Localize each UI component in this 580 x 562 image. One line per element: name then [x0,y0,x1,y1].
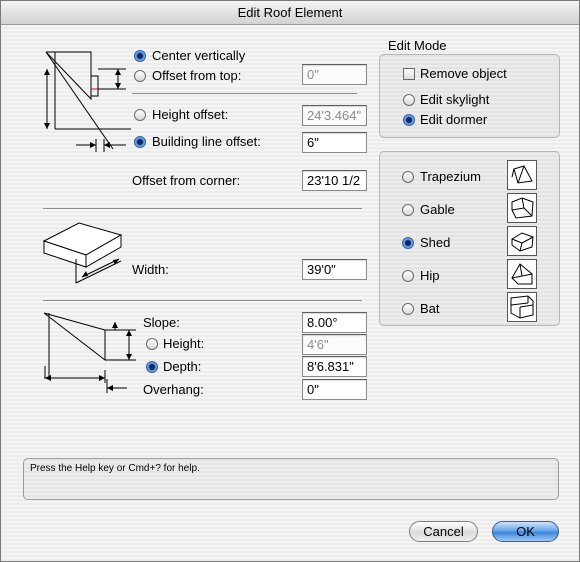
depth-label: Depth: [163,359,202,374]
gable-dormer-icon[interactable] [507,193,537,223]
depth-field[interactable]: 8'6.831" [302,356,367,377]
help-text-area: Press the Help key or Cmd+? for help. [23,458,559,500]
edit-roof-element-dialog: Edit Roof Element Center vertically Offs… [0,0,580,562]
dormer-type-label: Shed [420,235,451,250]
separator [132,93,357,94]
slope-label: Slope: [143,315,180,330]
edit-skylight-label: Edit skylight [420,92,490,107]
width-label: Width: [132,262,169,277]
edit-dormer-radio[interactable] [403,114,415,126]
width-field[interactable]: 39'0" [302,259,367,280]
overhang-label: Overhang: [143,382,204,397]
dormer-type-label: Hip [420,268,440,283]
remove-object-label: Remove object [420,66,507,81]
bat-dormer-icon[interactable] [507,292,537,322]
offset-from-top-field[interactable]: 0" [302,64,367,85]
center-vertically-radio[interactable] [134,50,146,62]
building-line-offset-label: Building line offset: [152,134,261,149]
ok-button[interactable]: OK [492,521,559,542]
remove-object-checkbox[interactable] [403,68,415,80]
shed-dormer-icon[interactable] [507,226,537,256]
center-vertically-label: Center vertically [152,48,246,63]
separator [43,208,362,209]
offset-from-corner-label: Offset from corner: [132,173,241,188]
separator [43,300,362,301]
height-field[interactable]: 4'6" [302,334,367,355]
slope-field[interactable]: 8.00° [302,312,367,333]
edit-mode-title: Edit Mode [388,38,447,53]
offset-from-corner-field[interactable]: 23'10 1/2 [302,170,367,191]
dormer-type-radio-trapezium[interactable] [402,171,414,183]
overhang-field[interactable]: 0" [302,379,367,400]
dormer-width-diagram-icon [42,222,123,284]
building-line-offset-field[interactable]: 6" [302,132,367,153]
overhang-arrow-icon [106,379,127,393]
trapezium-dormer-icon[interactable] [507,160,537,190]
help-text: Press the Help key or Cmd+? for help. [30,463,200,474]
building-line-offset-radio[interactable] [134,136,146,148]
height-offset-radio[interactable] [134,109,146,121]
edit-dormer-label: Edit dormer [420,112,488,127]
cancel-button[interactable]: Cancel [409,521,478,542]
height-label: Height: [163,336,205,351]
dormer-type-radio-hip[interactable] [402,270,414,282]
dormer-type-radio-shed[interactable] [402,237,414,249]
window-title: Edit Roof Element [1,1,579,25]
dormer-type-label: Gable [420,202,455,217]
depth-radio[interactable] [146,361,158,373]
hip-dormer-icon[interactable] [507,259,537,289]
offset-from-top-radio[interactable] [134,70,146,82]
height-offset-label: Height offset: [152,107,229,122]
dormer-type-radio-bat[interactable] [402,303,414,315]
dormer-type-radio-gable[interactable] [402,204,414,216]
offset-from-top-label: Offset from top: [152,68,242,83]
height-radio[interactable] [146,338,158,350]
height-offset-field[interactable]: 24'3.464" [302,105,367,126]
dormer-type-label: Bat [420,301,440,316]
dormer-type-label: Trapezium [420,169,481,184]
edit-skylight-radio[interactable] [403,94,415,106]
